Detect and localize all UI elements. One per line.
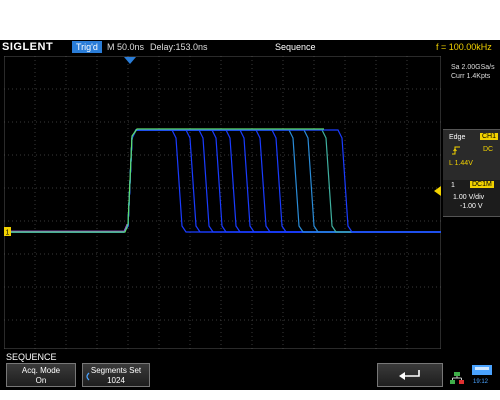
clock: 19:12 <box>473 379 489 385</box>
segments-set-label: Segments Set <box>90 366 142 375</box>
frequency-counter: f = 100.00kHz <box>436 42 492 52</box>
channel-offset: -1.00 V <box>460 203 483 210</box>
network-icon <box>450 372 464 384</box>
acq-mode-value: On <box>35 376 47 385</box>
trigger-coupling: DC <box>483 146 494 153</box>
graticule-background <box>4 56 441 349</box>
acq-mode-button[interactable]: Acq. Mode On <box>6 363 76 387</box>
status-bar: SIGLENT Trig'd M 50.0ns Delay:153.0ns Se… <box>0 40 500 56</box>
trigger-level: L 1.44V <box>449 160 473 167</box>
return-button[interactable] <box>377 363 443 387</box>
return-arrow-icon <box>399 370 420 380</box>
memory-depth: Curr 1.4Kpts <box>451 73 491 80</box>
delay-readout[interactable]: Delay:153.0ns <box>150 42 208 52</box>
segments-set-value: 1024 <box>107 376 125 385</box>
trigger-type: Edge <box>449 134 466 141</box>
menu-title: SEQUENCE <box>6 352 57 362</box>
channel-ground-marker[interactable]: 1 <box>4 227 11 237</box>
channel-scale: 1.00 V/div <box>453 194 485 201</box>
acq-mode-label: Acq. Mode <box>21 366 61 375</box>
channel-coupling-badge: DC1M <box>470 181 494 188</box>
channel-info-panel[interactable]: 1 DC1M 1.00 V/div -1.00 V <box>443 180 500 217</box>
brand-logo: SIGLENT <box>2 41 54 53</box>
usb-icon <box>472 365 492 375</box>
trigger-status-badge: Trig'd <box>72 41 102 53</box>
rising-edge-icon <box>452 146 460 157</box>
adjust-knob-icon <box>86 372 90 381</box>
sample-rate: Sa 2.00GSa/s <box>451 64 495 71</box>
trigger-info-panel[interactable]: Edge CH1 DC L 1.44V <box>443 129 500 183</box>
channel-number: 1 <box>451 182 455 189</box>
acquisition-info: Sa 2.00GSa/s Curr 1.4Kpts <box>443 56 500 80</box>
softkey-menu-bar: SEQUENCE Acq. Mode On Segments Set 1024 <box>0 350 500 390</box>
waveform-display[interactable]: 1 <box>4 56 441 349</box>
svg-text:1: 1 <box>6 230 10 237</box>
oscilloscope-screen: SIGLENT Trig'd M 50.0ns Delay:153.0ns Se… <box>0 40 500 390</box>
segments-set-button[interactable]: Segments Set 1024 <box>82 363 150 387</box>
info-sidebar: Sa 2.00GSa/s Curr 1.4Kpts Edge CH1 DC L … <box>443 56 500 350</box>
trigger-position-marker[interactable] <box>124 57 136 65</box>
timebase-readout[interactable]: M 50.0ns <box>107 42 144 52</box>
trigger-source-badge: CH1 <box>480 133 499 140</box>
acquisition-mode-title: Sequence <box>275 42 316 52</box>
